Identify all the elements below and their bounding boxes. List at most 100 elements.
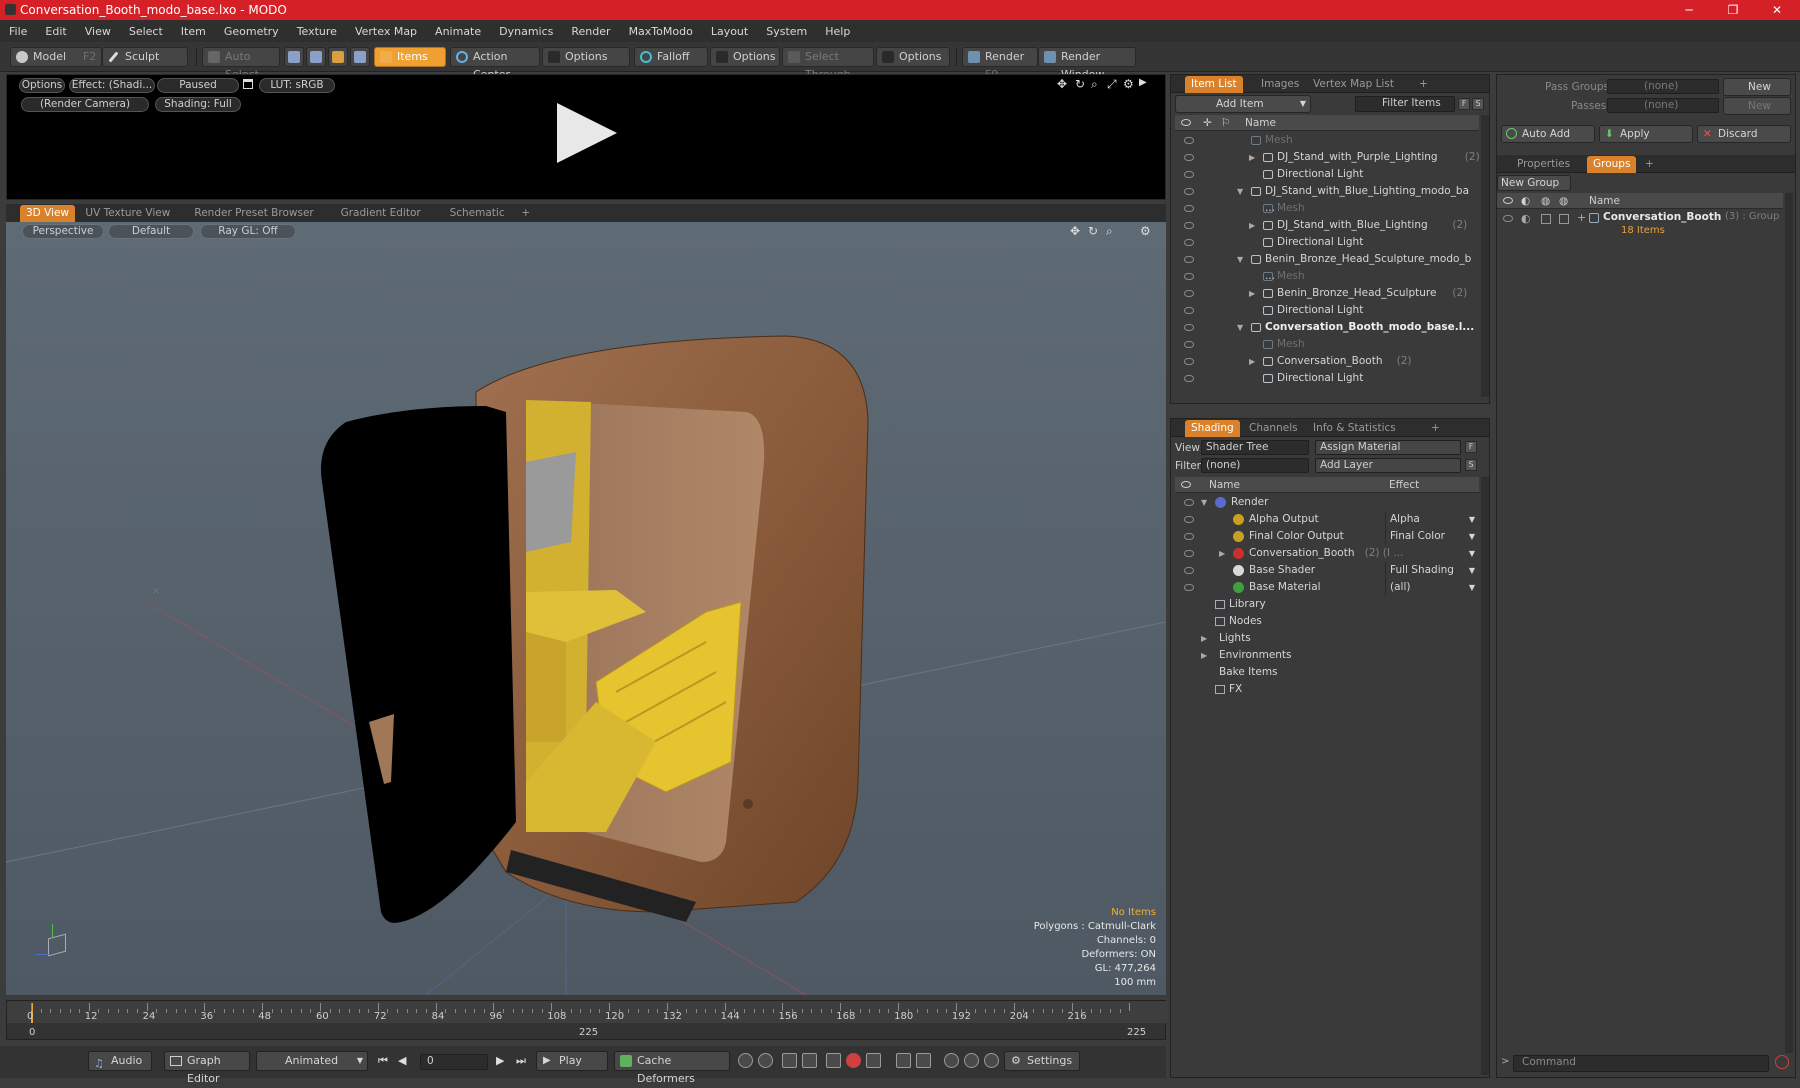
items-mode-button[interactable]: Items (374, 47, 446, 67)
chevron-right-icon[interactable]: ▶ (1249, 217, 1255, 234)
passes-dropdown[interactable]: (none) (1607, 98, 1719, 113)
expand-arrow-icon[interactable]: ▶ (1139, 77, 1147, 88)
item-row[interactable]: ▼ Conversation_Booth_modo_base.l... (1175, 319, 1479, 336)
sculpt-mode-button[interactable]: Sculpt (102, 47, 188, 67)
menu-help[interactable]: Help (816, 25, 859, 38)
raygl-dropdown[interactable]: Ray GL: Off (200, 224, 296, 239)
item-row[interactable]: Directional Light (1175, 370, 1479, 387)
chevron-right-icon[interactable]: ▶ (1201, 647, 1207, 664)
tab-properties[interactable]: Properties (1511, 156, 1576, 173)
tab-groups[interactable]: Groups (1587, 156, 1637, 173)
add-tab-button[interactable]: + (1639, 156, 1660, 173)
preview-effect-dropdown[interactable]: Effect: (Shadi... (69, 78, 155, 93)
item-list-scrollbar[interactable] (1481, 115, 1489, 397)
new-group-button[interactable]: New Group (1497, 175, 1571, 191)
eye-icon[interactable] (1184, 567, 1194, 574)
item-row[interactable]: Directional Light (1175, 234, 1479, 251)
gear-icon[interactable]: ⚙ (1140, 224, 1151, 238)
item-row[interactable]: Mesh (1175, 268, 1479, 285)
tab-schematic[interactable]: Schematic (444, 205, 511, 222)
select-through-button[interactable]: Select Through (782, 47, 874, 81)
item-row[interactable]: ▼ DJ_Stand_with_Blue_Lighting_modo_ba ... (1175, 183, 1479, 214)
shader-row[interactable]: ▶ Conversation_Booth (2) (I ... ▼ (1175, 545, 1479, 562)
falloff-options-button[interactable]: Options (710, 47, 780, 67)
record-icon[interactable] (846, 1053, 861, 1068)
render-camera-dropdown[interactable]: (Render Camera) (21, 97, 149, 112)
menu-layout[interactable]: Layout (702, 25, 757, 38)
eye-icon[interactable] (1184, 550, 1194, 557)
eye-icon[interactable] (1184, 256, 1194, 263)
graph-editor-button[interactable]: Graph Editor (164, 1051, 250, 1085)
command-expand-icon[interactable]: > (1501, 1056, 1509, 1067)
step-back-icon[interactable]: ◀ (398, 1054, 406, 1067)
item-row[interactable]: ▶ Benin_Bronze_Head_Sculpture (2) (1175, 285, 1479, 302)
menu-animate[interactable]: Animate (426, 25, 490, 38)
step-forward-icon[interactable]: ▶ (496, 1054, 504, 1067)
add-tab-button[interactable]: + (515, 205, 536, 222)
item-row[interactable]: Directional Light (1175, 166, 1479, 183)
eye-icon[interactable] (1184, 290, 1194, 297)
audio-button[interactable]: ♫ Audio (88, 1051, 152, 1071)
group-row[interactable]: ◐ + Conversation_Booth (3) : Group 18 It… (1497, 211, 1783, 241)
settings-button[interactable]: ⚙ Settings (1004, 1051, 1080, 1071)
loop-icon[interactable] (944, 1053, 959, 1068)
tab-3d-view[interactable]: 3D View (20, 205, 76, 222)
key-tool-icon[interactable] (758, 1053, 773, 1068)
preview-options-button[interactable]: Options (19, 78, 65, 93)
minimize-button[interactable]: ─ (1666, 0, 1712, 20)
shader-row[interactable]: Nodes (1175, 613, 1479, 630)
shader-row[interactable]: Final Color Output Final Color ▼ (1175, 528, 1479, 545)
add-item-dropdown[interactable]: Add Item ▼ (1175, 95, 1311, 113)
effect-dropdown[interactable]: Final Color ▼ (1385, 528, 1477, 545)
lock-toggle[interactable] (1541, 214, 1551, 224)
preview-paused-button[interactable]: Paused (157, 78, 239, 93)
select-toggle[interactable] (1559, 214, 1569, 224)
eye-icon[interactable] (1184, 358, 1194, 365)
next-key-icon[interactable] (916, 1053, 931, 1068)
menu-vertex-map[interactable]: Vertex Map (346, 25, 426, 38)
eye-icon[interactable] (1184, 188, 1194, 195)
perspective-dropdown[interactable]: Perspective (22, 224, 104, 239)
key-icon[interactable] (866, 1053, 881, 1068)
add-tab-button[interactable]: + (1425, 420, 1446, 437)
vertices-mode-button[interactable] (284, 47, 304, 67)
tab-uv-texture-view[interactable]: UV Texture View (79, 205, 176, 222)
item-row[interactable]: ▼ Benin_Bronze_Head_Sculpture_modo_b ... (1175, 251, 1479, 282)
apply-button[interactable]: ⬇ Apply (1599, 125, 1693, 143)
lut-dropdown[interactable]: LUT: sRGB (259, 78, 335, 93)
chevron-down-icon[interactable]: ▼ (1237, 319, 1243, 336)
snap-icon[interactable] (984, 1053, 999, 1068)
tab-item-list[interactable]: Item List (1185, 76, 1243, 93)
lock-icon[interactable] (243, 79, 253, 89)
tab-info-statistics[interactable]: Info & Statistics (1307, 420, 1402, 437)
filter-s-button[interactable]: S (1472, 98, 1484, 110)
eye-icon[interactable] (1184, 154, 1194, 161)
tab-render-preset-browser[interactable]: Render Preset Browser (188, 205, 319, 222)
item-row[interactable]: Directional Light (1175, 302, 1479, 319)
key-icon[interactable] (826, 1053, 841, 1068)
item-row[interactable]: Mesh (1175, 200, 1479, 217)
filter-f-button[interactable]: F (1458, 98, 1470, 110)
effect-dropdown[interactable]: Alpha ▼ (1385, 511, 1477, 528)
frame-input[interactable]: 0 (420, 1054, 488, 1070)
render-button[interactable]: Render F9 (962, 47, 1038, 81)
menu-dynamics[interactable]: Dynamics (490, 25, 562, 38)
chevron-right-icon[interactable]: ▶ (1249, 149, 1255, 166)
shader-tree-dropdown[interactable]: Shader Tree (1201, 440, 1309, 455)
shader-row[interactable]: ▶ Environments (1175, 647, 1479, 664)
menu-select[interactable]: Select (120, 25, 172, 38)
edges-mode-button[interactable] (306, 47, 326, 67)
chevron-right-icon[interactable]: ▶ (1201, 630, 1207, 647)
select-through-options-button[interactable]: Options (876, 47, 950, 67)
action-center-button[interactable]: Action Center (450, 47, 540, 81)
cache-deformers-button[interactable]: Cache Deformers (614, 1051, 730, 1085)
eye-icon[interactable] (1184, 516, 1194, 523)
prev-key-icon[interactable] (802, 1053, 817, 1068)
item-row[interactable]: ▶ Conversation_Booth (2) (1175, 353, 1479, 370)
menu-system[interactable]: System (757, 25, 816, 38)
shader-row[interactable]: ▼ Render (1175, 494, 1479, 511)
filter-dropdown[interactable]: (none) (1201, 458, 1309, 473)
shader-row[interactable]: FX (1175, 681, 1479, 698)
eye-icon[interactable] (1184, 222, 1194, 229)
model-mode-button[interactable]: Model F2 (10, 47, 102, 67)
